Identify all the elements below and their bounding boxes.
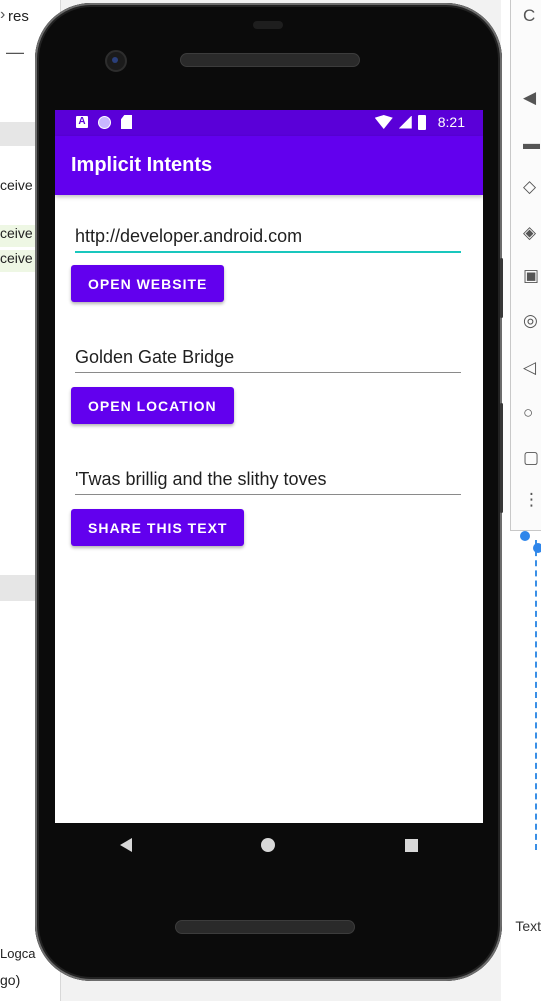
- toolbar-icon[interactable]: ◈: [523, 223, 536, 243]
- layout-guide: [535, 540, 539, 850]
- toolbar-icon[interactable]: C: [523, 6, 535, 26]
- website-edittext[interactable]: http://developer.android.com: [75, 226, 461, 253]
- minimize-icon[interactable]: —: [6, 42, 24, 63]
- a-icon: A: [76, 116, 88, 128]
- open-website-button[interactable]: OPEN WEBSITE: [71, 265, 225, 302]
- recents-icon[interactable]: [405, 838, 419, 852]
- circle-icon: [98, 115, 111, 129]
- wifi-icon: [374, 115, 393, 129]
- app-screen: A 8:21 Implicit Intents http://developer…: [55, 110, 483, 823]
- selection-handle[interactable]: [520, 531, 530, 541]
- signal-icon: [398, 115, 412, 129]
- selection-handle[interactable]: [533, 543, 541, 553]
- toolbar-icon[interactable]: ◇: [523, 177, 536, 197]
- toolbar-icon[interactable]: ○: [523, 403, 533, 423]
- back-icon[interactable]: [119, 838, 132, 852]
- proximity-sensor: [253, 21, 283, 29]
- app-title: Implicit Intents: [71, 154, 213, 176]
- power-button: [500, 403, 503, 513]
- share-edittext[interactable]: 'Twas brillig and the slithy toves: [75, 469, 461, 495]
- toolbar-icon[interactable]: ▢: [523, 448, 539, 468]
- toolbar-icon[interactable]: ◁: [523, 358, 536, 378]
- open-location-button[interactable]: OPEN LOCATION: [71, 387, 234, 424]
- location-edittext[interactable]: Golden Gate Bridge: [75, 347, 461, 373]
- ide-right-panel: C ◀ ▬ ◇ ◈ ▣ ◎ ◁ ○ ▢ ⋮ Text: [501, 0, 541, 1001]
- earpiece-speaker: [180, 53, 360, 67]
- toolbar-icon[interactable]: ◀: [523, 88, 536, 108]
- app-bar: Implicit Intents: [55, 136, 483, 195]
- navigation-bar: [55, 820, 483, 870]
- battery-icon: [417, 114, 426, 130]
- chevron-right-icon[interactable]: ›: [0, 6, 5, 24]
- toolbar-icon[interactable]: ▣: [523, 266, 539, 286]
- status-bar: A 8:21: [55, 110, 483, 136]
- ide-bottom-line: go): [0, 972, 21, 988]
- sd-card-icon: [121, 115, 132, 129]
- toolbar-icon[interactable]: ▬: [523, 134, 540, 154]
- toolbar-icon[interactable]: ⋮: [523, 490, 540, 510]
- share-text-button[interactable]: SHARE THIS TEXT: [71, 509, 245, 546]
- ide-tab-res[interactable]: res: [8, 8, 29, 25]
- front-camera-icon: [105, 50, 127, 72]
- volume-button: [500, 258, 503, 318]
- ide-right-toolbar: C ◀ ▬ ◇ ◈ ▣ ◎ ◁ ○ ▢ ⋮: [510, 0, 541, 531]
- status-time: 8:21: [437, 114, 465, 130]
- ide-text-tab[interactable]: Text: [515, 918, 541, 934]
- ide-logcat-tab[interactable]: Logca: [0, 946, 35, 961]
- home-icon[interactable]: [261, 838, 276, 852]
- toolbar-icon[interactable]: ◎: [523, 311, 538, 331]
- bottom-speaker: [175, 920, 355, 934]
